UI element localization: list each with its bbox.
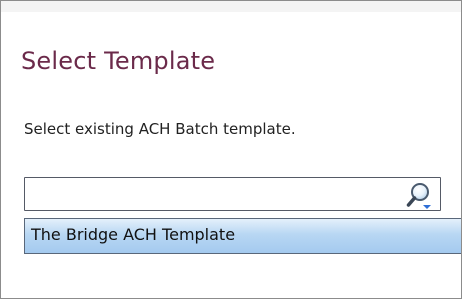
instruction-text: Select existing ACH Batch template. [24, 120, 296, 138]
page-title: Select Template [21, 47, 216, 75]
template-search-box[interactable] [24, 177, 441, 211]
template-search-input[interactable] [29, 182, 399, 206]
select-template-panel: Select Template Select existing ACH Batc… [0, 0, 462, 299]
panel-top-strip [1, 1, 461, 12]
dropdown-item-template[interactable]: The Bridge ACH Template [31, 225, 235, 244]
template-dropdown-list: The Bridge ACH Template [24, 218, 461, 254]
search-icon[interactable] [405, 181, 433, 209]
